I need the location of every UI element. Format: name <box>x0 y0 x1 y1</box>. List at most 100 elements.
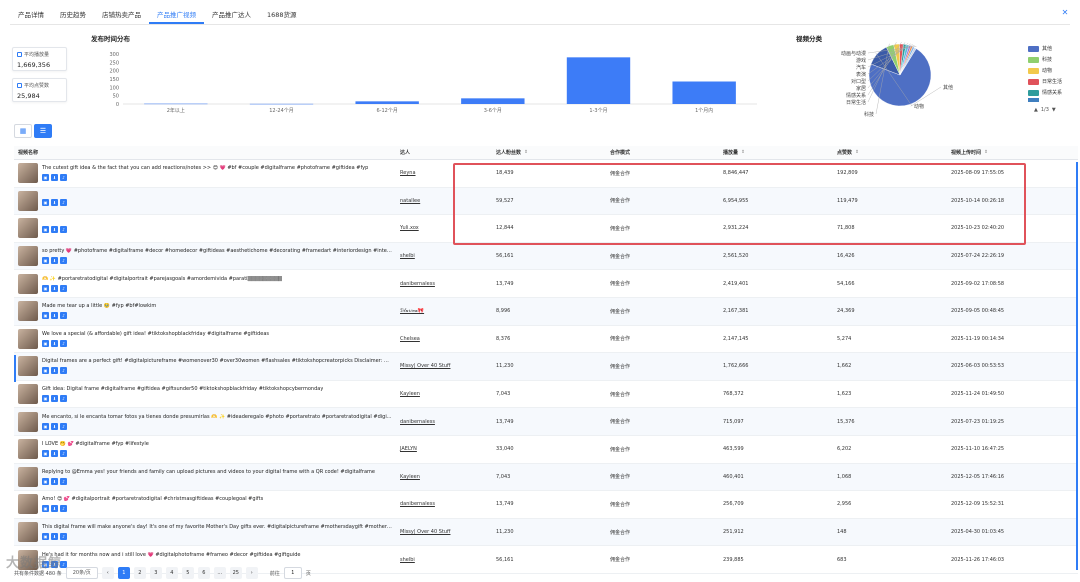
video-thumbnail[interactable] <box>18 439 38 460</box>
video-thumbnail[interactable] <box>18 466 38 487</box>
tiktok-icon[interactable]: ♪ <box>60 395 67 403</box>
video-title[interactable]: Made me tear up a little 🥹 #fyp #bf#lowk… <box>42 303 156 309</box>
tab-promo-creators[interactable]: 产品推广达人 <box>204 6 259 24</box>
header-views[interactable]: 播放量 ⇕ <box>719 149 833 156</box>
tiktok-icon[interactable]: ♪ <box>60 450 67 458</box>
video-title[interactable]: Gift idea: Digital frame #digitalframe #… <box>42 386 323 392</box>
table-row[interactable]: ▣ ⬇ ♪ Yuli.xox 12,844 佣金合作 2,931,224 71,808 2025… <box>14 215 1078 243</box>
video-title[interactable]: We love a special (& affordable) gift id… <box>42 331 269 337</box>
tab-product-details[interactable]: 产品详情 <box>10 6 52 24</box>
table-row[interactable]: This digital frame will make anyone's da… <box>14 518 1078 547</box>
video-thumbnail[interactable] <box>18 411 38 432</box>
legend-item[interactable] <box>1028 98 1076 102</box>
video-title[interactable]: Replying to @Emma yes! your friends and … <box>42 469 375 475</box>
download-icon[interactable]: ⬇ <box>51 174 58 182</box>
video-thumbnail[interactable] <box>18 163 38 184</box>
tiktok-icon[interactable]: ♪ <box>60 198 67 206</box>
page-button[interactable]: 4 <box>165 567 178 579</box>
legend-item[interactable]: 科技 <box>1028 54 1076 65</box>
video-thumbnail[interactable] <box>18 522 38 543</box>
legend-item[interactable]: 动物 <box>1028 65 1076 76</box>
copy-icon[interactable]: ▣ <box>42 174 49 182</box>
table-row[interactable]: Made me tear up a little 🥹 #fyp #bf#lowk… <box>14 297 1078 326</box>
tab-shop-hot-products[interactable]: 店铺热卖产品 <box>94 6 149 24</box>
tiktok-icon[interactable]: ♪ <box>60 257 67 265</box>
goto-page-input[interactable] <box>283 567 302 579</box>
page-button[interactable]: 2 <box>133 567 146 579</box>
tiktok-icon[interactable]: ♪ <box>60 422 67 430</box>
page-button[interactable]: 3 <box>149 567 162 579</box>
header-upload-time[interactable]: 视频上传时间 ⇕ <box>947 149 1078 156</box>
tiktok-icon[interactable]: ♪ <box>60 312 67 320</box>
table-row[interactable]: 🫶 ✨ #portaretratodigital #digitalportrai… <box>14 270 1078 298</box>
video-title[interactable]: Digital frames are a perfect gift! #digi… <box>42 358 392 364</box>
creator-link[interactable]: shelbi <box>400 557 415 563</box>
page-ellipsis[interactable]: ... <box>213 567 226 579</box>
copy-icon[interactable]: ▣ <box>42 505 49 513</box>
creator-link[interactable]: Kayleen <box>400 474 420 480</box>
creator-link[interactable]: natallee <box>400 198 420 204</box>
video-title[interactable]: The cutest gift idea & the fact that you… <box>42 165 368 171</box>
sort-icon[interactable]: ⇕ <box>855 150 859 155</box>
video-title[interactable]: 🫶 ✨ #portaretratodigital #digitalportrai… <box>42 276 282 282</box>
copy-icon[interactable]: ▣ <box>42 226 49 234</box>
video-thumbnail[interactable] <box>18 301 38 322</box>
page-size-select[interactable]: 20条/页 <box>65 567 98 579</box>
video-title[interactable]: Me encanto, si le encanta tomar fotos ya… <box>42 414 392 420</box>
copy-icon[interactable]: ▣ <box>42 284 49 292</box>
table-row[interactable]: We love a special (& affordable) gift id… <box>14 326 1078 354</box>
page-button[interactable]: 5 <box>181 567 194 579</box>
creator-link[interactable]: shelbi <box>400 253 415 259</box>
creator-link[interactable]: ℬ𝓁𝒶𝓇𝒾𝓃𝒶🎀 <box>400 308 424 314</box>
copy-icon[interactable]: ▣ <box>42 422 49 430</box>
table-row[interactable]: Replying to @Emma yes! your friends and … <box>14 463 1078 492</box>
copy-icon[interactable]: ▣ <box>42 533 49 541</box>
copy-icon[interactable]: ▣ <box>42 257 49 265</box>
creator-link[interactable]: danibernaless <box>400 281 435 287</box>
creator-link[interactable]: danibernaless <box>400 501 435 507</box>
legend-prev-icon[interactable]: ▲ <box>1034 107 1038 113</box>
tiktok-icon[interactable]: ♪ <box>60 284 67 292</box>
download-icon[interactable]: ⬇ <box>51 257 58 265</box>
tab-history-trend[interactable]: 历史趋势 <box>52 6 94 24</box>
table-row[interactable]: Amo! 😍 💕 #digitalportrait #portaretratod… <box>14 491 1078 519</box>
copy-icon[interactable]: ▣ <box>42 198 49 206</box>
tiktok-icon[interactable]: ♪ <box>60 505 67 513</box>
tiktok-icon[interactable]: ♪ <box>60 226 67 234</box>
video-title[interactable]: Amo! 😍 💕 #digitalportrait #portaretratod… <box>42 496 263 502</box>
video-title[interactable]: He's had it for months now and i still l… <box>42 552 301 558</box>
download-icon[interactable]: ⬇ <box>51 367 58 375</box>
video-thumbnail[interactable] <box>18 356 38 377</box>
tab-1688-source[interactable]: 1688货源 <box>259 6 305 24</box>
list-view-button[interactable]: ☰ <box>34 124 52 138</box>
creator-link[interactable]: Missy| Over 40 Stuff <box>400 363 450 369</box>
video-thumbnail[interactable] <box>18 494 38 515</box>
tiktok-icon[interactable]: ♪ <box>60 174 67 182</box>
table-row[interactable]: I LOVE 🤭 💕 #digitalframe #fyp #lifestyle… <box>14 436 1078 464</box>
sort-icon[interactable]: ⇕ <box>524 150 528 155</box>
legend-next-icon[interactable]: ▼ <box>1052 107 1056 113</box>
copy-icon[interactable]: ▣ <box>42 312 49 320</box>
page-button[interactable]: 6 <box>197 567 210 579</box>
page-button[interactable]: 25 <box>229 567 242 579</box>
creator-link[interactable]: Missy| Over 40 Stuff <box>400 529 450 535</box>
download-icon[interactable]: ⬇ <box>51 450 58 458</box>
copy-icon[interactable]: ▣ <box>42 450 49 458</box>
close-icon[interactable]: ✕ <box>1060 8 1070 18</box>
table-row[interactable]: Me encanto, si le encanta tomar fotos ya… <box>14 408 1078 436</box>
legend-item[interactable]: 情感关系 <box>1028 87 1076 98</box>
video-title[interactable]: I LOVE 🤭 💕 #digitalframe #fyp #lifestyle <box>42 441 149 447</box>
video-thumbnail[interactable] <box>18 218 38 239</box>
prev-page-button[interactable]: ‹ <box>101 567 114 579</box>
sort-icon[interactable]: ⇕ <box>741 150 745 155</box>
download-icon[interactable]: ⬇ <box>51 422 58 430</box>
download-icon[interactable]: ⬇ <box>51 395 58 403</box>
table-row[interactable]: ▣ ⬇ ♪ natallee 59,527 佣金合作 6,954,955 119,479 202… <box>14 187 1078 216</box>
download-icon[interactable]: ⬇ <box>51 226 58 234</box>
creator-link[interactable]: Chelsea <box>400 336 420 342</box>
table-scrollbar[interactable] <box>1076 162 1078 570</box>
download-icon[interactable]: ⬇ <box>51 533 58 541</box>
tiktok-icon[interactable]: ♪ <box>60 477 67 485</box>
creator-link[interactable]: Kayleen <box>400 391 420 397</box>
tiktok-icon[interactable]: ♪ <box>60 367 67 375</box>
